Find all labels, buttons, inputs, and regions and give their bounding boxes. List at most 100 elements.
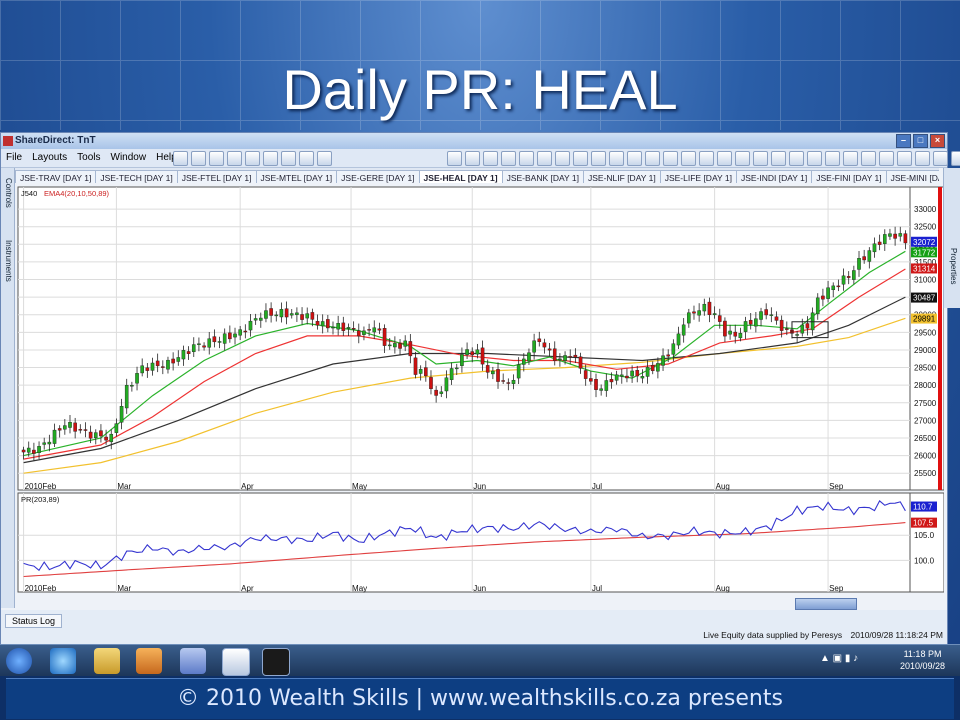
instruments-panel-tab[interactable]: Instruments [2,240,13,282]
tnt-app-icon[interactable] [262,648,290,676]
candle-body [295,312,299,315]
candle-body [898,233,903,237]
toolbar-button[interactable] [933,151,948,166]
candle-body [599,388,603,391]
candle-body [496,369,500,382]
candle-body [99,430,103,437]
tab-jse-heal[interactable]: JSE-HEAL [DAY 1] [418,170,503,183]
toolbar-button[interactable] [227,151,242,166]
candle-body [26,447,31,453]
maximize-button[interactable]: □ [913,134,928,148]
tab-jse-nlif[interactable]: JSE-NLIF [DAY 1] [583,170,661,183]
candle-body [578,356,583,369]
start-button[interactable] [6,648,32,674]
toolbar-button[interactable] [465,151,480,166]
price-tick-label: 28000 [914,381,937,390]
toolbar-button[interactable] [897,151,912,166]
toolbar-button[interactable] [173,151,188,166]
internet-explorer-icon[interactable] [50,648,76,674]
tab-jse-tech[interactable]: JSE-TECH [DAY 1] [95,170,178,183]
toolbar-button[interactable] [753,151,768,166]
pr-tick-label: 100.0 [914,556,935,565]
tab-jse-fini[interactable]: JSE-FINI [DAY 1] [811,170,887,183]
toolbar-button[interactable] [807,151,822,166]
folder-icon[interactable] [94,648,120,674]
toolbar-button[interactable] [915,151,930,166]
toolbar-button[interactable] [771,151,786,166]
menu-window[interactable]: Window [106,149,152,167]
pr-indicator-label: PR(203,89) [21,495,60,504]
toolbar-button[interactable] [681,151,696,166]
toolbar-button[interactable] [191,151,206,166]
menu-layouts[interactable]: Layouts [27,149,72,167]
candle-body [109,433,114,443]
window-titlebar: ShareDirect: TnT – □ × [1,133,947,149]
controls-panel-tab[interactable]: Controls [2,178,13,208]
candle-body [743,321,748,332]
candle-body [532,340,536,353]
toolbar-button[interactable] [609,151,624,166]
toolbar-button[interactable] [591,151,606,166]
document-icon[interactable] [222,648,250,676]
tab-jse-gere[interactable]: JSE-GERE [DAY 1] [336,170,420,183]
toolbar-button[interactable] [951,151,960,166]
minimize-button[interactable]: – [896,134,911,148]
toolbar-button[interactable] [789,151,804,166]
candle-body [393,343,397,348]
toolbar-button[interactable] [519,151,534,166]
tab-jse-trav[interactable]: JSE-TRAV [DAY 1] [15,170,97,183]
toolbar-button[interactable] [843,151,858,166]
toolbar-button[interactable] [281,151,296,166]
toolbar-button[interactable] [263,151,278,166]
candle-body [903,233,908,244]
toolbar-button[interactable] [627,151,642,166]
tab-jse-ftel[interactable]: JSE-FTEL [DAY 1] [176,170,257,183]
toolbar-button[interactable] [645,151,660,166]
status-log-tab[interactable]: Status Log [5,614,63,628]
chart-area[interactable]: 25500 26000 26500 27000 27500 28000 28500 29000… [16,185,945,609]
tab-jse-life[interactable]: JSE-LIFE [DAY 1] [659,170,737,183]
tab-jse-mtel[interactable]: JSE-MTEL [DAY 1] [255,170,338,183]
toolbar-button[interactable] [317,151,332,166]
candle-body [805,323,810,329]
tab-jse-bank[interactable]: JSE-BANK [DAY 1] [501,170,584,183]
taskbar-clock[interactable]: 11:18 PM 2010/09/28 [900,648,945,672]
toolbar-button[interactable] [501,151,516,166]
toolbar-button[interactable] [825,151,840,166]
toolbar-button[interactable] [483,151,498,166]
toolbar-button[interactable] [699,151,714,166]
close-button[interactable]: × [930,134,945,148]
toolbar-button[interactable] [573,151,588,166]
menu-tools[interactable]: Tools [72,149,105,167]
chart-svg[interactable]: 25500 26000 26500 27000 27500 28000 28500 29000… [16,185,945,609]
properties-panel-tab[interactable]: Properties [947,248,958,284]
candle-body [759,311,763,320]
menu-file[interactable]: File [1,149,27,167]
app-icon-tools[interactable] [180,648,206,674]
candle-body [676,333,681,346]
candle-body [331,326,335,329]
toolbar-button[interactable] [879,151,894,166]
toolbar-button[interactable] [299,151,314,166]
tab-jse-mini[interactable]: JSE-MINI [DAY 1] [885,170,939,183]
system-tray-icons[interactable]: ▲ ▣ ▮ ♪ [820,653,858,664]
tab-jse-indi[interactable]: JSE-INDI [DAY 1] [735,170,813,183]
candle-body [32,449,36,454]
candle-body [754,318,758,327]
candle-body [857,258,861,270]
toolbar-button[interactable] [245,151,260,166]
price-tick-label: 29500 [914,328,937,337]
toolbar-button[interactable] [717,151,732,166]
status-timestamp: 2010/09/28 11:18:24 PM [850,630,943,640]
candle-body [537,338,542,342]
toolbar-button[interactable] [209,151,224,166]
chart-scrollbar[interactable] [795,598,857,610]
toolbar-button[interactable] [861,151,876,166]
toolbar-button[interactable] [447,151,462,166]
toolbar-button[interactable] [735,151,750,166]
toolbar-button[interactable] [537,151,552,166]
toolbar-button[interactable] [555,151,570,166]
toolbar-button[interactable] [663,151,678,166]
candle-body [465,349,469,355]
media-player-icon[interactable] [136,648,162,674]
